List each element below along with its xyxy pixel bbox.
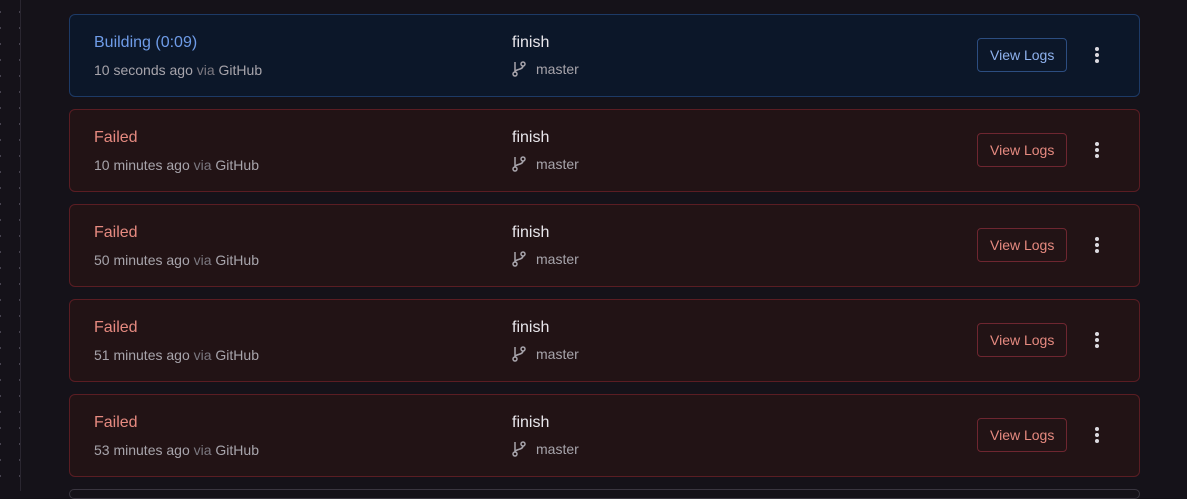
view-logs-button[interactable]: View Logs bbox=[977, 418, 1068, 452]
view-logs-button[interactable]: View Logs bbox=[977, 323, 1068, 357]
deployment-card[interactable]: Building (0:09) 10 seconds ago via GitHu… bbox=[69, 14, 1140, 97]
deployment-source: GitHub bbox=[215, 157, 259, 173]
deployment-status: Building (0:09) bbox=[94, 34, 198, 51]
deployment-status: Failed bbox=[94, 319, 138, 336]
view-logs-button[interactable]: View Logs bbox=[977, 228, 1068, 262]
deployment-card[interactable]: Failed 53 minutes ago via GitHub finish … bbox=[69, 394, 1140, 477]
deployment-source: GitHub bbox=[215, 442, 259, 458]
branch-info: master bbox=[512, 61, 579, 77]
via-label: via bbox=[193, 347, 212, 363]
git-branch-icon bbox=[512, 156, 526, 172]
branch-info: master bbox=[512, 441, 579, 457]
git-branch-icon bbox=[512, 251, 526, 267]
more-vertical-icon[interactable] bbox=[1089, 139, 1105, 161]
git-branch-icon bbox=[512, 346, 526, 362]
deployment-source: GitHub bbox=[215, 347, 259, 363]
deployment-time: 53 minutes ago bbox=[94, 442, 190, 458]
more-vertical-icon[interactable] bbox=[1089, 424, 1105, 446]
more-vertical-icon[interactable] bbox=[1089, 44, 1105, 66]
branch-info: master bbox=[512, 346, 579, 362]
git-branch-icon bbox=[512, 61, 526, 77]
branch-name: master bbox=[536, 346, 579, 362]
view-logs-button[interactable]: View Logs bbox=[977, 133, 1068, 167]
via-label: via bbox=[193, 442, 212, 458]
branch-name: master bbox=[536, 441, 579, 457]
deployment-status: Failed bbox=[94, 414, 138, 431]
more-vertical-icon[interactable] bbox=[1089, 329, 1105, 351]
view-logs-button[interactable]: View Logs bbox=[977, 38, 1068, 72]
deployment-meta: 51 minutes ago via GitHub bbox=[94, 347, 259, 363]
deployment-time: 51 minutes ago bbox=[94, 347, 190, 363]
deployment-meta: 53 minutes ago via GitHub bbox=[94, 442, 259, 458]
deployment-meta: 50 minutes ago via GitHub bbox=[94, 252, 259, 268]
deployment-time: 50 minutes ago bbox=[94, 252, 190, 268]
deployment-card[interactable]: Failed 50 minutes ago via GitHub finish … bbox=[69, 204, 1140, 287]
commit-message: finish bbox=[512, 224, 550, 241]
branch-name: master bbox=[536, 61, 579, 77]
deployment-meta: 10 seconds ago via GitHub bbox=[94, 62, 262, 78]
deployment-time: 10 minutes ago bbox=[94, 157, 190, 173]
commit-message: finish bbox=[512, 414, 550, 431]
deployment-time: 10 seconds ago bbox=[94, 62, 193, 78]
deployment-card[interactable]: Failed 51 minutes ago via GitHub finish … bbox=[69, 299, 1140, 382]
deployment-source: GitHub bbox=[218, 62, 263, 78]
branch-info: master bbox=[512, 251, 579, 267]
more-vertical-icon[interactable] bbox=[1089, 234, 1105, 256]
branch-name: master bbox=[536, 251, 579, 267]
commit-message: finish bbox=[512, 129, 550, 146]
via-label: via bbox=[193, 252, 212, 268]
deployment-status: Failed bbox=[94, 224, 138, 241]
commit-message: finish bbox=[512, 319, 550, 336]
commit-message: finish bbox=[512, 34, 550, 51]
branch-name: master bbox=[536, 156, 579, 172]
sidebar-edge bbox=[0, 0, 21, 491]
branch-info: master bbox=[512, 156, 579, 172]
deployment-list: Building (0:09) 10 seconds ago via GitHu… bbox=[69, 14, 1140, 489]
deployment-card[interactable]: Failed 10 minutes ago via GitHub finish … bbox=[69, 109, 1140, 192]
deployment-source: GitHub bbox=[215, 252, 259, 268]
git-branch-icon bbox=[512, 441, 526, 457]
deployment-status: Failed bbox=[94, 129, 138, 146]
deployment-meta: 10 minutes ago via GitHub bbox=[94, 157, 259, 173]
via-label: via bbox=[196, 62, 215, 78]
via-label: via bbox=[193, 157, 212, 173]
